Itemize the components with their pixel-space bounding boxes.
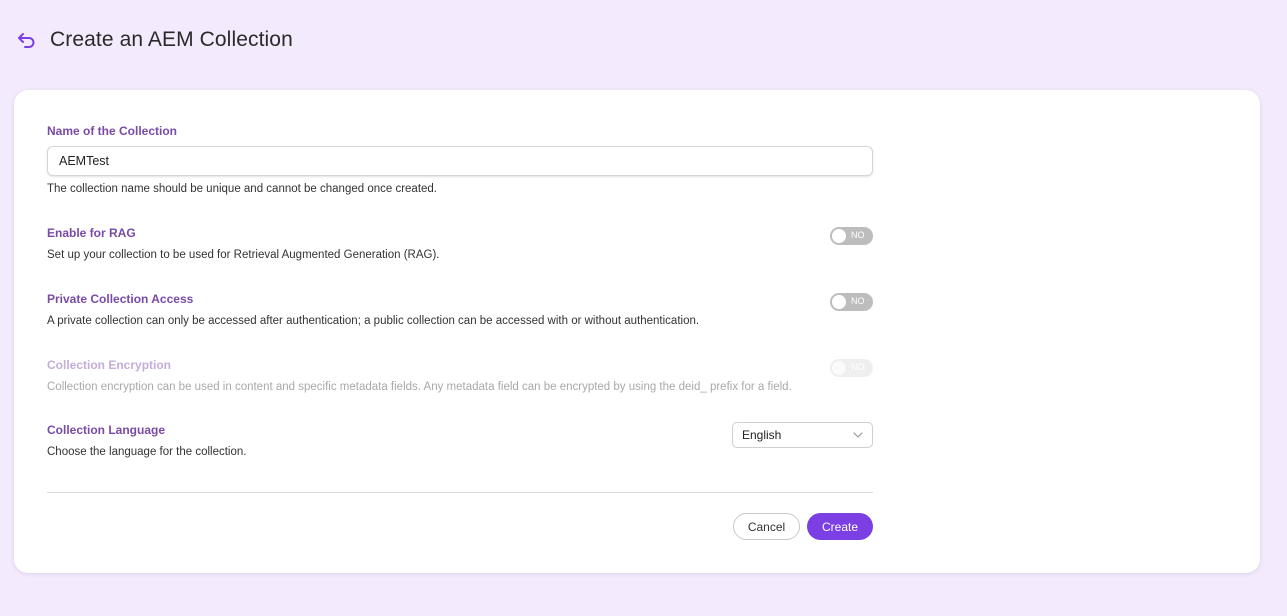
private-access-toggle[interactable]: NO xyxy=(830,293,873,311)
chevron-down-icon xyxy=(853,432,863,438)
toggle-state-label: NO xyxy=(851,296,865,306)
collection-name-label: Name of the Collection xyxy=(47,124,178,138)
form-card: Name of the Collection The collection na… xyxy=(14,90,1260,573)
form-divider xyxy=(47,492,873,493)
page-header: Create an AEM Collection xyxy=(16,24,293,56)
rag-help: Set up your collection to be used for Re… xyxy=(47,249,440,261)
language-selected-value: English xyxy=(742,428,782,442)
page-title: Create an AEM Collection xyxy=(50,28,293,51)
rag-toggle[interactable]: NO xyxy=(830,227,873,245)
language-select[interactable]: English xyxy=(732,422,873,448)
encryption-help: Collection encryption can be used in con… xyxy=(47,381,792,393)
language-label: Collection Language xyxy=(47,423,166,437)
encryption-label: Collection Encryption xyxy=(47,358,172,372)
back-button[interactable] xyxy=(16,29,38,51)
undo-arrow-icon xyxy=(18,33,35,48)
toggle-knob xyxy=(832,295,846,309)
cancel-button[interactable]: Cancel xyxy=(733,513,800,540)
collection-name-input[interactable] xyxy=(47,146,873,176)
rag-label: Enable for RAG xyxy=(47,226,136,240)
toggle-state-label: NO xyxy=(851,230,865,240)
private-access-help: A private collection can only be accesse… xyxy=(47,315,700,327)
create-button[interactable]: Create xyxy=(807,513,873,540)
language-help: Choose the language for the collection. xyxy=(47,446,247,458)
toggle-knob xyxy=(832,361,846,375)
collection-name-help: The collection name should be unique and… xyxy=(47,183,438,195)
encryption-toggle: NO xyxy=(830,359,873,377)
toggle-knob xyxy=(832,229,846,243)
private-access-label: Private Collection Access xyxy=(47,292,194,306)
toggle-state-label: NO xyxy=(851,362,865,372)
